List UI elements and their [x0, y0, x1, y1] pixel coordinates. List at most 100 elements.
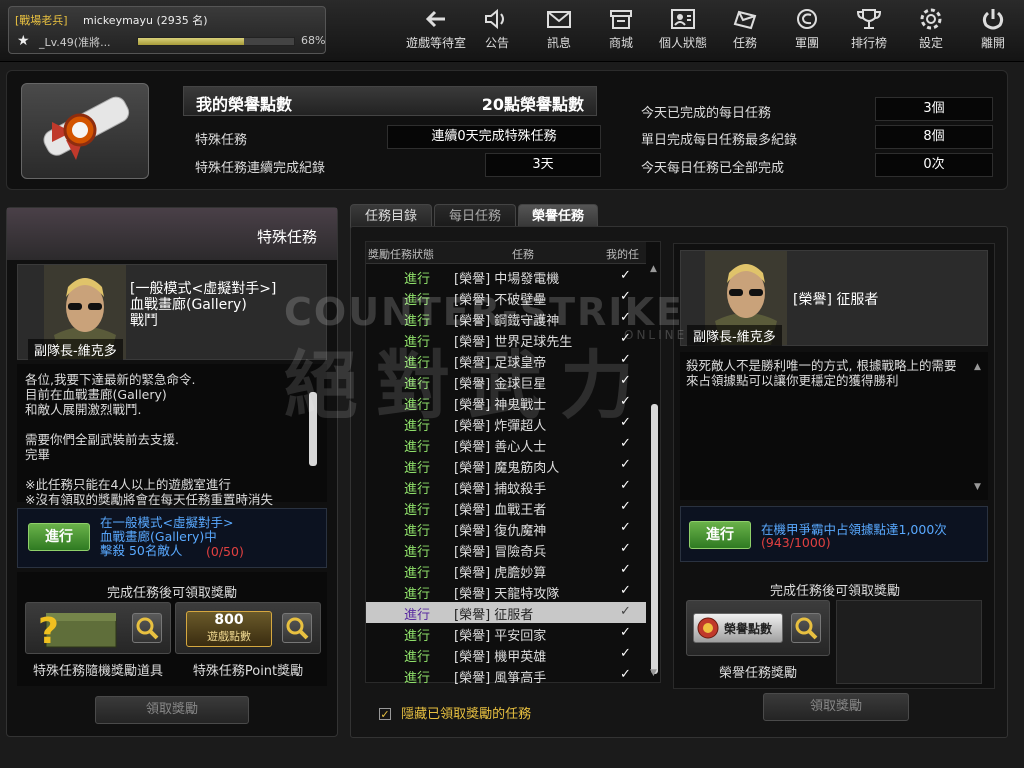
mission-row[interactable]: 進行 [榮譽] 中場發電機 ✓ — [366, 266, 646, 287]
mission-row[interactable]: 進行 [榮譽] 魔鬼筋肉人 ✓ — [366, 455, 646, 476]
scroll-up-icon[interactable]: ▲ — [650, 264, 657, 274]
max-daily-value: 8個 — [875, 125, 993, 149]
mission-row[interactable]: 進行 [榮譽] 神鬼戰士 ✓ — [366, 392, 646, 413]
gear-icon — [920, 8, 942, 30]
magnify-icon[interactable] — [132, 613, 162, 643]
player-name: mickeymayu (2935 名) — [83, 14, 208, 27]
mission-status-button[interactable]: 進行 — [28, 523, 90, 551]
nav-label: 遊戲等待室 — [405, 36, 466, 50]
reward-title: 完成任務後可領取獎勵 — [106, 586, 237, 601]
mission-list-scrollbar[interactable]: ▲ ▼ — [648, 264, 660, 682]
mission-row[interactable]: 進行 [榮譽] 機甲英雄 ✓ — [366, 644, 646, 665]
claim-honor-reward-button[interactable]: 領取獎勵 — [763, 693, 909, 721]
scroll-down-icon[interactable]: ▼ — [650, 668, 657, 678]
nav-item-power[interactable]: 離開 — [962, 4, 1024, 56]
mission-row[interactable]: 進行 [榮譽] 征服者 ✓ — [366, 602, 646, 623]
mission-row-name: [榮譽] 神鬼戰士 — [454, 398, 547, 413]
checkmark-icon: ✓ — [620, 604, 631, 619]
all-daily-value: 0次 — [875, 153, 993, 177]
mission-row-name: [榮譽] 中場發電機 — [454, 272, 560, 287]
reward-random-label: 特殊任務隨機獎勵道具 — [32, 664, 163, 679]
mission-row[interactable]: 進行 [榮譽] 血戰王者 ✓ — [366, 497, 646, 518]
mission-row[interactable]: 進行 [榮譽] 足球皇帝 ✓ — [366, 350, 646, 371]
checkmark-icon: ✓ — [620, 520, 631, 535]
nav-item-shop[interactable]: 商城 — [590, 4, 652, 56]
nav-item-mail[interactable]: 訊息 — [528, 4, 590, 56]
magnify-icon[interactable] — [282, 613, 312, 643]
claim-reward-button[interactable]: 領取獎勵 — [95, 696, 249, 724]
honor-points-badge: 榮譽點數 — [693, 613, 783, 643]
checkmark-icon: ✓ — [620, 352, 631, 367]
detail-description: 殺死敵人不是勝利唯一的方式, 根據戰略上的需要來占領據點可以讓你更穩定的獲得勝利 — [686, 358, 957, 388]
mission-row-name: [榮譽] 平安回家 — [454, 629, 547, 644]
description-scrollbar[interactable] — [309, 392, 317, 466]
mission-row-name: [榮譽] 鋼鐵守護神 — [454, 314, 560, 329]
player-info-box: [戰場老兵] mickeymayu (2935 名) ★ _Lv.49(准將..… — [8, 6, 326, 54]
player-level: _Lv.49(准將... — [39, 36, 111, 49]
scroll-up-icon[interactable]: ▲ — [974, 360, 981, 375]
detail-npc-name: 副隊長-維克多 — [687, 325, 782, 346]
mission-row-name: [榮譽] 血戰王者 — [454, 503, 547, 518]
hide-claimed-label: 隱藏已領取獎勵的任務 — [401, 707, 532, 722]
mission-row[interactable]: 進行 [榮譽] 風箏高手 ✓ — [366, 665, 646, 686]
checkbox-icon[interactable]: ✓ — [379, 708, 391, 720]
mission-row[interactable]: 進行 [榮譽] 善心人士 ✓ — [366, 434, 646, 455]
points-sub: 遊戲點數 — [207, 630, 251, 643]
honor-medal-icon — [21, 83, 149, 179]
reward-card-random[interactable]: ? — [25, 602, 171, 654]
back-arrow-icon — [425, 10, 445, 28]
scroll-thumb[interactable] — [651, 404, 658, 674]
checkmark-icon: ✓ — [620, 394, 631, 409]
mission-row[interactable]: 進行 [榮譽] 鋼鐵守護神 ✓ — [366, 308, 646, 329]
honor-badge-text: 榮譽點數 — [724, 622, 773, 636]
mission-row-name: [榮譽] 復仇魔神 — [454, 524, 547, 539]
nav-item-mission[interactable]: 任務 — [714, 4, 776, 56]
mission-row-name: [榮譽] 捕蚊殺手 — [454, 482, 547, 497]
mission-row[interactable]: 進行 [榮譽] 冒險奇兵 ✓ — [366, 539, 646, 560]
mission-row[interactable]: 進行 [榮譽] 虎膽妙算 ✓ — [366, 560, 646, 581]
nav-item-profile-card[interactable]: 個人狀態 — [652, 4, 714, 56]
mission-row-name: [榮譽] 善心人士 — [454, 440, 547, 455]
top-bar: [戰場老兵] mickeymayu (2935 名) ★ _Lv.49(准將..… — [0, 0, 1024, 62]
mission-row-status: 進行 — [404, 503, 431, 518]
reward-card-honor[interactable]: 榮譽點數 — [686, 600, 830, 656]
mission-row[interactable]: 進行 [榮譽] 金球巨星 ✓ — [366, 371, 646, 392]
mission-row-status: 進行 — [404, 314, 431, 329]
mission-row[interactable]: 進行 [榮譽] 復仇魔神 ✓ — [366, 518, 646, 539]
checkmark-icon: ✓ — [620, 457, 631, 472]
nav-item-back-arrow[interactable]: 遊戲等待室 — [405, 4, 467, 56]
checkmark-icon: ✓ — [620, 268, 631, 283]
empty-reward-slot — [836, 600, 982, 684]
nav-item-speaker[interactable]: 公告 — [466, 4, 528, 56]
mission-row[interactable]: 進行 [榮譽] 天龍特攻隊 ✓ — [366, 581, 646, 602]
mission-row[interactable]: 進行 [榮譽] 不破壁壘 ✓ — [366, 287, 646, 308]
checkmark-icon: ✓ — [620, 478, 631, 493]
mission-row[interactable]: 進行 [榮譽] 世界足球先生 ✓ — [366, 329, 646, 350]
checkmark-icon: ✓ — [620, 310, 631, 325]
hide-claimed-option[interactable]: ✓ 隱藏已領取獎勵的任務 — [379, 703, 531, 722]
mission-row-name: [榮譽] 世界足球先生 — [454, 335, 573, 350]
ammo-box-icon: ? — [38, 611, 117, 651]
exp-bar — [137, 37, 295, 46]
reward-points-label: 特殊任務Point獎勵 — [192, 664, 304, 679]
mission-row[interactable]: 進行 [榮譽] 炸彈超人 ✓ — [366, 413, 646, 434]
nav-item-trophy[interactable]: 排行榜 — [838, 4, 900, 56]
checkmark-icon: ✓ — [620, 541, 631, 556]
special-mission-title: 特殊任務 — [256, 228, 317, 246]
magnify-icon[interactable] — [791, 613, 821, 643]
nav-label: 離開 — [980, 36, 1005, 50]
col-status: 獎勵任務狀態 — [368, 248, 434, 261]
detail-status-button[interactable]: 進行 — [689, 521, 751, 549]
scroll-down-icon[interactable]: ▼ — [974, 480, 981, 495]
reward-card-points[interactable]: 800 遊戲點數 — [175, 602, 321, 654]
detail-progress-box: 進行 在機甲爭霸中占領據點達1,000次 (943/1000) — [680, 506, 988, 562]
nav-item-clan[interactable]: 軍團 — [776, 4, 838, 56]
mission-progress: (0/50) — [206, 544, 244, 559]
mission-row-status: 進行 — [404, 566, 431, 581]
nav-item-gear[interactable]: 設定 — [900, 4, 962, 56]
honor-medal-small-icon — [697, 617, 719, 639]
trophy-icon — [856, 9, 882, 29]
checkmark-icon: ✓ — [620, 373, 631, 388]
mission-row[interactable]: 進行 [榮譽] 平安回家 ✓ — [366, 623, 646, 644]
mission-row[interactable]: 進行 [榮譽] 捕蚊殺手 ✓ — [366, 476, 646, 497]
